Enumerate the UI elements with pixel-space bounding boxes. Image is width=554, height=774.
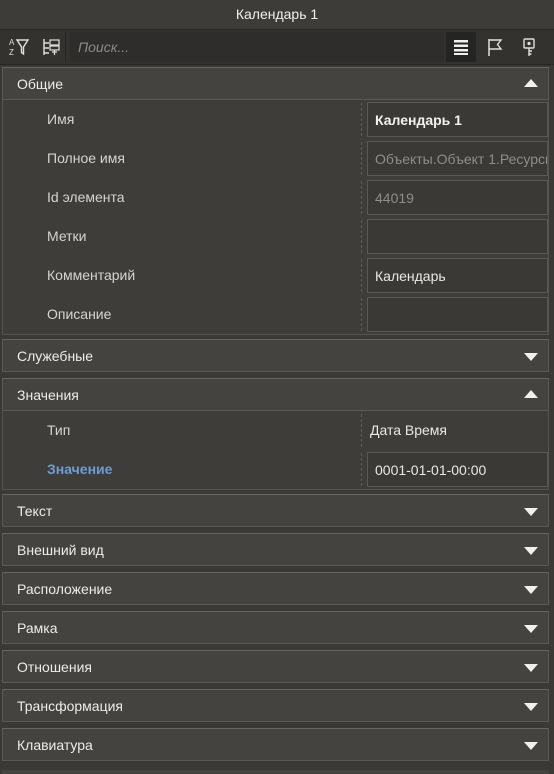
property-row-name: Имя Календарь 1: [3, 100, 548, 139]
group-label: Значения: [17, 387, 79, 403]
group-general: Общие Имя Календарь 1 Полное имя Объекты…: [2, 67, 549, 335]
next-group-edge: [2, 770, 549, 774]
group-header-frame[interactable]: Рамка: [2, 611, 549, 644]
group-label: Текст: [17, 503, 53, 519]
expand-arrow-icon: [524, 585, 538, 594]
window-title: Календарь 1: [0, 0, 554, 30]
property-label: Id элемента: [47, 189, 125, 205]
property-label: Тип: [47, 422, 71, 438]
expand-arrow-icon: [524, 507, 538, 516]
group-label: Клавиатура: [17, 737, 93, 753]
tree-icon[interactable]: [36, 32, 66, 62]
property-label: Полное имя: [47, 150, 125, 166]
flag-icon[interactable]: [480, 32, 510, 62]
group-frame: Рамка: [2, 611, 549, 644]
property-row-comment: Комментарий Календарь: [3, 256, 548, 295]
type-value: Дата Время: [370, 422, 448, 438]
properties-panel: Календарь 1 A Z Поиск... Общие Имя Кален…: [0, 0, 554, 774]
list-view-icon[interactable]: [446, 32, 476, 62]
group-header-text[interactable]: Текст: [2, 494, 549, 527]
search-input[interactable]: [70, 32, 444, 62]
group-header-layout[interactable]: Расположение: [2, 572, 549, 605]
tags-field[interactable]: [367, 219, 548, 254]
group-transform: Трансформация: [2, 689, 549, 722]
group-rows-general: Имя Календарь 1 Полное имя Объекты.Объек…: [2, 100, 549, 335]
group-header-appearance[interactable]: Внешний вид: [2, 533, 549, 566]
sort-filter-icon[interactable]: A Z: [4, 32, 34, 62]
group-header-keyboard[interactable]: Клавиатура: [2, 728, 549, 761]
description-field[interactable]: [367, 297, 548, 332]
group-label: Общие: [17, 76, 64, 92]
group-label: Расположение: [17, 581, 113, 597]
property-row-value: Значение 0001-01-01-00:00: [3, 450, 548, 489]
key-icon[interactable]: [514, 32, 544, 62]
name-field[interactable]: Календарь 1: [367, 102, 548, 137]
group-values: Значения Тип Дата Время Значение 0001-01…: [2, 378, 549, 490]
property-label: Комментарий: [47, 267, 136, 283]
group-text: Текст: [2, 494, 549, 527]
group-label: Отношения: [17, 659, 92, 675]
collapse-arrow-icon: [524, 78, 538, 87]
collapse-arrow-icon: [524, 389, 538, 398]
property-row-description: Описание: [3, 295, 548, 334]
expand-arrow-icon: [524, 741, 538, 750]
element-id-field[interactable]: 44019: [367, 180, 548, 215]
comment-field[interactable]: Календарь: [367, 258, 548, 293]
group-layout: Расположение: [2, 572, 549, 605]
property-row-tags: Метки: [3, 217, 548, 256]
value-field[interactable]: 0001-01-01-00:00: [367, 452, 548, 487]
svg-text:Z: Z: [9, 48, 14, 57]
group-label: Трансформация: [17, 698, 123, 714]
group-header-general[interactable]: Общие: [2, 67, 549, 100]
property-grid: Общие Имя Календарь 1 Полное имя Объекты…: [0, 67, 554, 767]
group-label: Внешний вид: [17, 542, 104, 558]
group-header-service[interactable]: Служебные: [2, 339, 549, 372]
expand-arrow-icon: [524, 624, 538, 633]
property-label: Описание: [47, 306, 112, 322]
group-appearance: Внешний вид: [2, 533, 549, 566]
group-label: Рамка: [17, 620, 58, 636]
group-header-transform[interactable]: Трансформация: [2, 689, 549, 722]
property-row-element-id: Id элемента 44019: [3, 178, 548, 217]
full-name-field[interactable]: Объекты.Объект 1.Ресурсы.Календарь 1: [367, 141, 548, 176]
group-label: Служебные: [17, 348, 94, 364]
expand-arrow-icon: [524, 702, 538, 711]
group-relations: Отношения: [2, 650, 549, 683]
group-header-relations[interactable]: Отношения: [2, 650, 549, 683]
expand-arrow-icon: [524, 546, 538, 555]
group-service: Служебные: [2, 339, 549, 372]
group-keyboard: Клавиатура: [2, 728, 549, 761]
property-label: Метки: [47, 228, 87, 244]
svg-text:A: A: [9, 38, 15, 47]
property-row-full-name: Полное имя Объекты.Объект 1.Ресурсы.Кале…: [3, 139, 548, 178]
expand-arrow-icon: [524, 352, 538, 361]
property-row-type: Тип Дата Время: [3, 411, 548, 450]
property-label: Значение: [47, 461, 113, 477]
toolbar: A Z: [0, 30, 554, 65]
property-label: Имя: [47, 111, 75, 127]
group-header-values[interactable]: Значения: [2, 378, 549, 411]
expand-arrow-icon: [524, 663, 538, 672]
group-rows-values: Тип Дата Время Значение 0001-01-01-00:00: [2, 411, 549, 490]
